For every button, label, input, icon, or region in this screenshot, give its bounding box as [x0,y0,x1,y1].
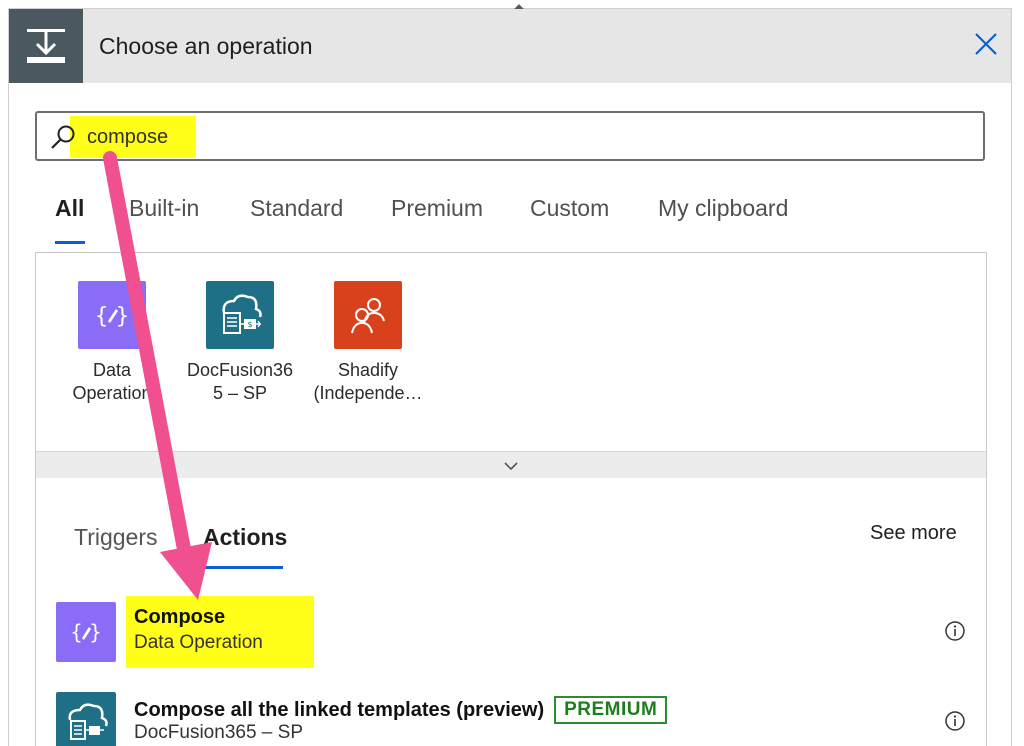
tab-triggers[interactable]: Triggers [74,524,158,551]
connector-docfusion365[interactable]: $ DocFusion36 5 – SP [180,281,300,405]
info-icon[interactable] [944,620,966,642]
tab-custom[interactable]: Custom [530,195,609,222]
operation-icon [9,9,83,83]
curly-pencil-icon: { } [56,602,116,662]
result-subtitle: Data Operation [134,632,263,653]
cloud-document-icon [56,692,116,746]
dialog-header: Choose an operation [9,9,1011,83]
tab-all[interactable]: All [55,195,84,222]
category-tabs: All Built-in Standard Premium Custom My … [49,195,949,245]
page: Choose an operation compose All Built-in… [0,0,1024,746]
curly-pencil-icon: { } [78,281,146,349]
connectors-panel: { } Data Operation $ DocFusion36 5 – SP … [35,252,987,480]
connector-label-line2: (Independe… [313,383,423,403]
chevron-down-icon [504,462,518,471]
tab-my-clipboard[interactable]: My clipboard [658,195,788,222]
see-more-link[interactable]: See more [870,522,957,545]
expand-connectors-button[interactable] [36,451,986,480]
connector-label-line1: Data [92,360,132,380]
active-tab-indicator [55,241,85,244]
connector-label-line1: Shadify [337,360,399,380]
results-panel: Triggers Actions See more { } Compose Da… [35,478,987,746]
tab-premium[interactable]: Premium [391,195,483,222]
result-subtitle: DocFusion365 – SP [134,722,303,743]
active-subtab-indicator [201,566,283,569]
download-tray-icon [27,29,65,63]
connector-data-operation[interactable]: { } Data Operation [52,281,172,405]
result-compose-linked-templates[interactable]: Compose all the linked templates (previe… [56,692,968,746]
dialog-title: Choose an operation [99,33,313,59]
close-icon [975,33,997,55]
people-icon [334,281,402,349]
tab-standard[interactable]: Standard [250,195,343,222]
connector-label-line1: DocFusion36 [186,360,294,380]
tab-actions[interactable]: Actions [203,524,287,551]
result-compose[interactable]: { } Compose Data Operation [56,596,968,668]
search-value[interactable]: compose [87,126,168,149]
cloud-document-icon: $ [206,281,274,349]
premium-badge: PREMIUM [554,696,668,724]
result-title: Compose [134,606,226,628]
operation-dialog: Choose an operation compose All Built-in… [8,4,1012,746]
connector-label-line2: 5 – SP [212,383,268,403]
result-title-text: Compose all the linked templates (previe… [134,699,545,721]
search-input[interactable]: compose [35,111,985,161]
close-button[interactable] [971,29,1001,59]
connector-label-line2: Operation [72,383,152,403]
info-icon[interactable] [944,710,966,732]
connector-shadify[interactable]: Shadify (Independe… [308,281,428,405]
tab-built-in[interactable]: Built-in [129,195,199,222]
search-icon [51,125,75,149]
result-title: Compose all the linked templates (previe… [134,696,668,724]
svg-text:$: $ [247,320,252,329]
